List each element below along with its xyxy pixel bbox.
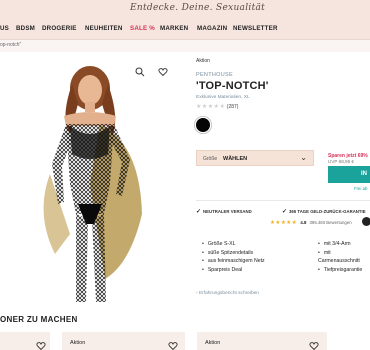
- trust-shipping: ✓ NEUTRALER VERSAND: [196, 209, 252, 215]
- nav-item-magazin[interactable]: MAGAZIN: [197, 25, 227, 32]
- check-icon: ✓: [282, 209, 288, 215]
- product-gallery: [0, 52, 178, 307]
- product-subtitle: Exklusive Materialien, XL: [196, 95, 250, 100]
- nav-item-neuheiten[interactable]: NEUHEITEN: [85, 25, 123, 32]
- feature-list-left: Größe S-XL süße Spitzendetails aus feinm…: [202, 240, 265, 274]
- shop-reviews[interactable]: ★★★★★ 4.8 395.460 Bewertungen: [270, 220, 352, 226]
- uvp-price: UVP 68,95 €: [328, 159, 354, 164]
- rating-stars-icon: ★★★★★: [196, 104, 226, 110]
- review-count: 395.460 Bewertungen: [309, 220, 352, 225]
- review-score: 4.8: [300, 220, 307, 225]
- rec-badge: Aktion: [70, 340, 86, 346]
- feature-item: mit Carmenausschnitt: [318, 249, 370, 266]
- nav-item-drogerie[interactable]: DROGERIE: [42, 25, 77, 32]
- nav-item-newsletter[interactable]: NEWSLETTER: [233, 25, 278, 32]
- nav-item-sale[interactable]: SALE %: [130, 25, 155, 32]
- breadcrumb: op-notch": [0, 40, 370, 52]
- write-review-link[interactable]: › Erfahrungsbericht schreiben: [196, 291, 259, 296]
- size-select[interactable]: Größe WÄHLEN ⌄: [196, 150, 314, 166]
- feature-item: mit 3/4-Arm: [318, 240, 370, 249]
- feature-item: Größe S-XL: [202, 240, 265, 249]
- brand-link[interactable]: PENTHOUSE: [196, 72, 233, 78]
- feature-item: süße Spitzendetails: [202, 249, 265, 258]
- top-banner: Entdecke. Deine. Sexualität: [0, 0, 370, 18]
- check-icon: ✓: [196, 209, 202, 215]
- color-swatch-black[interactable]: [196, 118, 210, 132]
- rec-badge: Aktion: [205, 340, 221, 346]
- feature-item: aus feinmaschigem Netz: [202, 257, 265, 266]
- chevron-down-icon: ⌄: [300, 153, 307, 162]
- wishlist-heart-icon[interactable]: [36, 338, 46, 350]
- chevron-right-icon: ›: [196, 291, 198, 296]
- zoom-icon[interactable]: [135, 64, 145, 77]
- rec-card[interactable]: [0, 332, 50, 350]
- feature-list-right: mit 3/4-Arm mit Carmenausschnitt Tiefpre…: [318, 240, 370, 274]
- breadcrumb-current[interactable]: op-notch": [0, 42, 21, 48]
- size-label: Größe: [203, 156, 218, 162]
- main-nav: US BDSM DROGERIE NEUHEITEN SALE % MARKEN…: [0, 18, 370, 40]
- rating-count: (287): [226, 104, 239, 110]
- trust-guarantee: ✓ 365 TAGE GELD-ZURÜCK-GARANTIE: [282, 209, 366, 215]
- rec-card[interactable]: Aktion: [62, 332, 185, 350]
- add-to-cart-label: IN: [361, 171, 367, 177]
- nav-item-marken[interactable]: MARKEN: [160, 25, 188, 32]
- review-stars-icon: ★★★★★: [270, 220, 298, 226]
- nav-item-bdsm[interactable]: BDSM: [16, 25, 35, 32]
- promo-badge: Aktion: [196, 58, 210, 64]
- review-badge-icon: [362, 217, 370, 226]
- rating[interactable]: ★★★★★ (287): [196, 103, 238, 110]
- section-title: ONER ZU MACHEN: [0, 315, 78, 324]
- shipping-note: Frei ab: [354, 186, 368, 191]
- wishlist-heart-icon[interactable]: [309, 338, 319, 350]
- slogan: Entdecke. Deine. Sexualität: [130, 3, 266, 13]
- feature-item: Tiefpreisgarantie: [318, 266, 370, 275]
- product-title: 'TOP-NOTCH': [196, 80, 269, 92]
- divider: [196, 200, 370, 201]
- nav-item-toys[interactable]: US: [0, 25, 9, 32]
- add-to-cart-button[interactable]: IN: [328, 166, 370, 183]
- rec-card[interactable]: Aktion: [197, 332, 327, 350]
- product-image[interactable]: [30, 64, 150, 304]
- wishlist-heart-icon[interactable]: [158, 64, 168, 77]
- wishlist-heart-icon[interactable]: [168, 338, 178, 350]
- feature-item: Sparpreis Deal: [202, 266, 265, 275]
- size-value: WÄHLEN: [223, 155, 248, 162]
